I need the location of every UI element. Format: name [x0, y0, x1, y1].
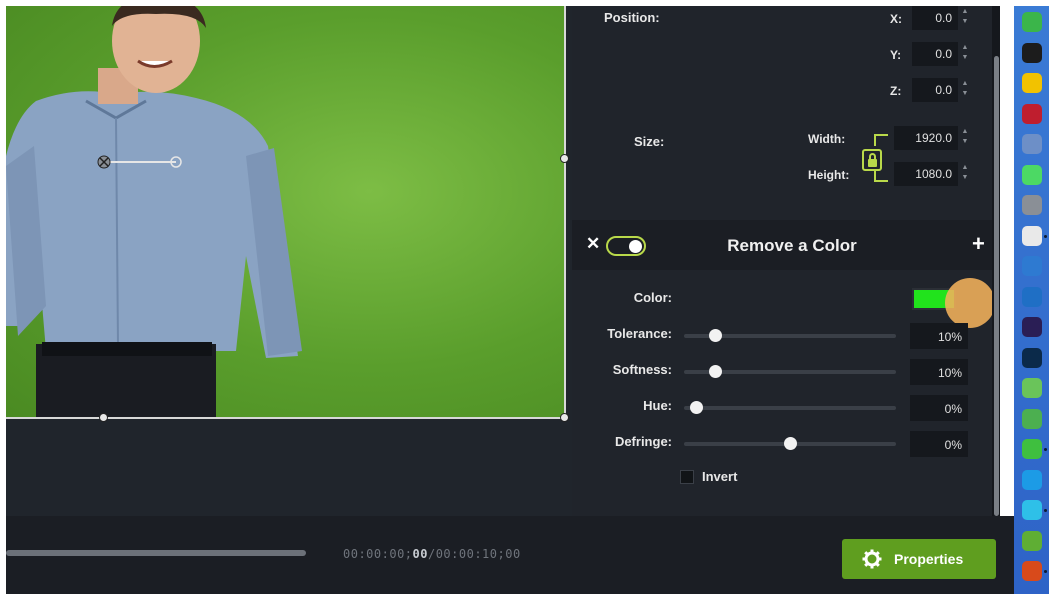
height-label: Height: — [808, 168, 850, 182]
selection-border-right — [564, 6, 566, 418]
softness-value-field[interactable]: 10% — [910, 359, 968, 385]
playback-progress-bar[interactable] — [6, 550, 306, 556]
chrome-icon[interactable] — [1022, 225, 1042, 246]
effect-enable-toggle[interactable] — [606, 236, 646, 256]
position-z-label: Z: — [890, 84, 902, 98]
messages-icon[interactable] — [1022, 164, 1042, 185]
timecode-frame: 00 — [412, 547, 428, 561]
running-indicator — [1044, 234, 1047, 238]
position-z-field[interactable]: 0.0 — [912, 78, 958, 102]
resize-handle-corner[interactable] — [560, 413, 569, 422]
screen-icon[interactable] — [1022, 439, 1042, 459]
invert-checkbox[interactable] — [680, 470, 694, 484]
resize-handle-bottom[interactable] — [99, 413, 108, 422]
playback-bar: 00:00:00;00/00:00:10;00 Properties — [6, 516, 1014, 594]
chrome-canary-icon[interactable] — [1022, 561, 1042, 581]
height-stepper[interactable]: ▲ ▼ — [961, 163, 969, 185]
android-icon[interactable] — [1022, 378, 1042, 398]
height-field[interactable]: 1080.0 — [894, 162, 958, 186]
rotation-widget[interactable] — [94, 152, 186, 172]
aspect-lock-icon[interactable] — [862, 149, 882, 171]
resize-handle-right[interactable] — [560, 154, 569, 163]
softness-label: Softness: — [612, 362, 672, 377]
video-preview[interactable] — [6, 6, 565, 418]
toggle-knob — [629, 240, 642, 253]
gear-app-icon[interactable] — [1022, 195, 1042, 215]
timecode: 00:00:00;00/00:00:10;00 — [343, 547, 521, 561]
evernote-icon[interactable] — [1022, 12, 1042, 32]
position-label: Position: — [604, 10, 660, 25]
width-label: Width: — [808, 132, 846, 146]
position-y-label: Y: — [890, 48, 902, 62]
defringe-label: Defringe: — [614, 434, 672, 449]
expand-effect-button[interactable]: + — [972, 231, 985, 257]
effect-title: Remove a Color — [727, 236, 857, 255]
hue-slider-thumb[interactable] — [690, 401, 703, 414]
defringe-value-field[interactable]: 0% — [910, 431, 968, 457]
properties-panel: Position: X: 0.0 ▲ ▼ Y: 0.0 ▲ ▼ Z: 0.0 ▲ ▼ … — [572, 6, 1000, 516]
running-indicator — [1044, 448, 1047, 451]
text-editor-icon[interactable] — [1022, 42, 1042, 63]
canvas-area[interactable] — [6, 6, 572, 516]
photoshop-icon[interactable] — [1022, 347, 1042, 368]
timecode-prefix: 00:00:00; — [343, 547, 413, 561]
cursor-highlight — [945, 278, 995, 328]
premiere-icon[interactable] — [1022, 317, 1042, 337]
camtasia-green-icon[interactable] — [1022, 530, 1042, 551]
position-x-stepper[interactable]: ▲ ▼ — [961, 7, 969, 29]
properties-button-label: Properties — [894, 551, 964, 567]
running-indicator — [1044, 509, 1047, 512]
softness-slider-thumb[interactable] — [708, 365, 722, 378]
app-dock — [1014, 6, 1049, 594]
running-indicator — [1044, 570, 1047, 573]
properties-button[interactable]: Properties — [842, 539, 996, 579]
position-x-label: X: — [890, 12, 902, 26]
remove-effect-button[interactable]: ✕ — [586, 234, 600, 254]
tolerance-value-field[interactable]: 10% — [910, 323, 968, 349]
timecode-total: /00:00:10;00 — [427, 547, 521, 561]
defringe-slider-thumb[interactable] — [784, 437, 797, 450]
gear-icon — [862, 549, 882, 569]
window-icon[interactable] — [1022, 469, 1042, 490]
size-label: Size: — [634, 134, 665, 149]
lock-bracket-top — [874, 134, 888, 146]
filezilla-icon[interactable] — [1022, 103, 1042, 124]
position-y-stepper[interactable]: ▲ ▼ — [961, 43, 969, 65]
norton-icon[interactable] — [1022, 73, 1042, 93]
hue-label: Hue: — [643, 398, 672, 413]
effect-header: ✕ Remove a Color + — [572, 220, 1000, 270]
outlook-icon[interactable] — [1022, 286, 1042, 307]
selection-border-bottom — [6, 417, 565, 419]
share-icon[interactable] — [1022, 256, 1042, 276]
camtasia-icon[interactable] — [1022, 408, 1042, 429]
canvas-background — [6, 422, 572, 516]
color-label: Color: — [633, 290, 672, 305]
width-stepper[interactable]: ▲ ▼ — [961, 127, 969, 149]
lock-bracket-bottom — [874, 170, 888, 182]
presenter-image — [6, 6, 302, 418]
panel-scrollbar-thumb[interactable] — [994, 56, 999, 516]
invert-label: Invert — [702, 469, 738, 484]
position-y-field[interactable]: 0.0 — [912, 42, 958, 66]
hue-slider-track[interactable] — [684, 406, 896, 410]
search-app-icon[interactable] — [1022, 500, 1042, 520]
tolerance-slider-thumb[interactable] — [708, 329, 722, 342]
position-x-field[interactable]: 0.0 — [912, 6, 958, 30]
tolerance-label: Tolerance: — [607, 326, 672, 341]
position-z-stepper[interactable]: ▲ ▼ — [961, 79, 969, 101]
calculator-icon[interactable] — [1022, 134, 1042, 154]
width-field[interactable]: 1920.0 — [894, 126, 958, 150]
hue-value-field[interactable]: 0% — [910, 395, 968, 421]
